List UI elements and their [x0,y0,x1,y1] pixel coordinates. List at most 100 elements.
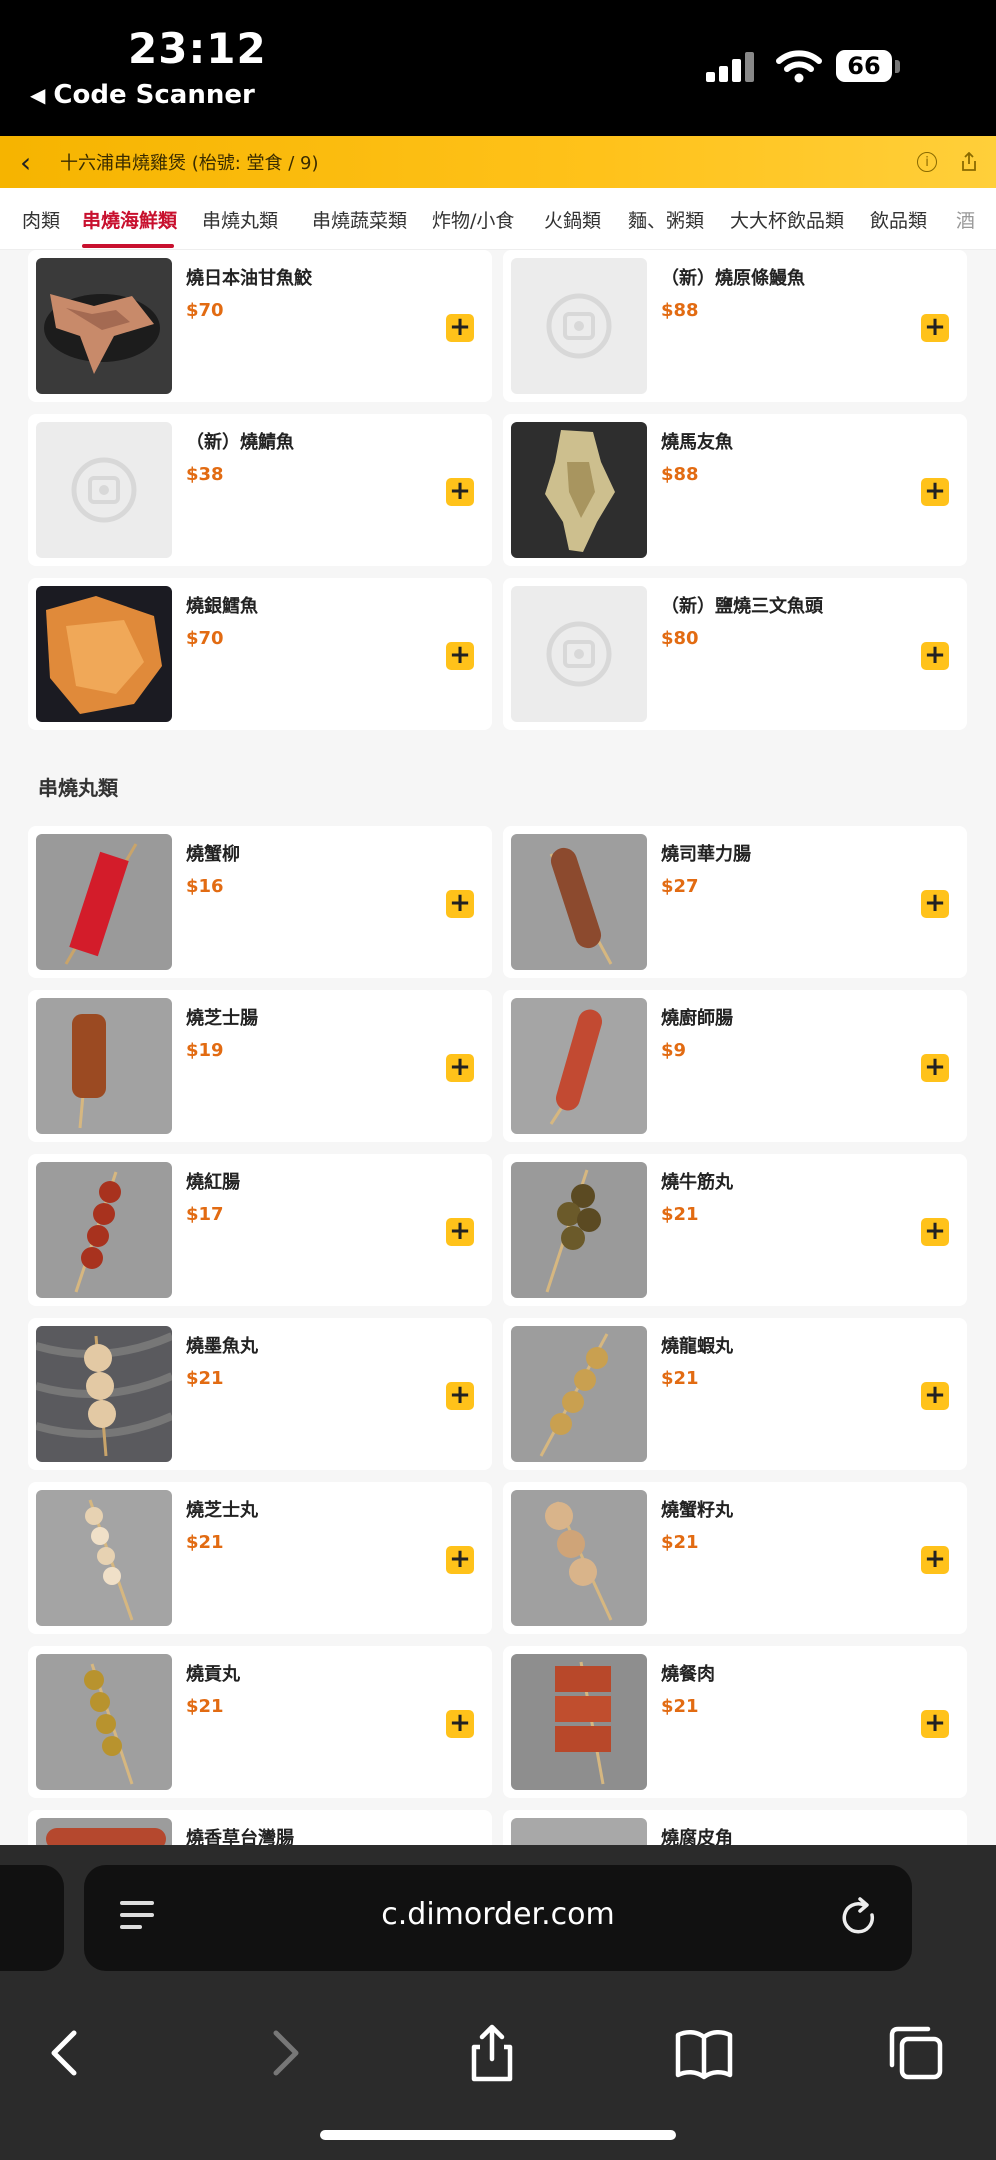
item-price: $38 [186,464,224,485]
url-text: c.dimorder.com [381,1897,615,1932]
menu-item-card[interactable]: 燒紅腸 $17 + [28,1154,492,1306]
item-name: （新）燒原條鰻魚 [661,268,805,289]
add-to-cart-button[interactable]: + [921,890,949,918]
menu-item-card[interactable]: 燒貢丸 $21 + [28,1646,492,1798]
menu-item-card[interactable]: 燒馬友魚 $88 + [503,414,967,566]
add-to-cart-button[interactable]: + [446,314,474,342]
item-name: 燒紅腸 [186,1172,240,1193]
menu-item-card[interactable]: 燒蟹柳 $16 + [28,826,492,978]
tab-hotpot[interactable]: 火鍋類 [544,206,601,233]
home-indicator [320,2130,676,2140]
item-name: 燒餐肉 [661,1664,715,1685]
item-name: 燒馬友魚 [661,432,733,453]
menu-item-card[interactable]: 燒日本油甘魚鮫 $70 + [28,250,492,402]
menu-item-card[interactable]: （新）燒原條鰻魚 $88 + [503,250,967,402]
bookmarks-icon[interactable] [674,2023,734,2083]
share-icon[interactable] [462,2023,522,2083]
back-chevron-icon[interactable]: ‹ [20,146,60,179]
menu-item-card[interactable]: （新）鹽燒三文魚頭 $80 + [503,578,967,730]
tab-seafood[interactable]: 串燒海鮮類 [82,206,177,233]
browser-nav-bar [0,1995,996,2095]
item-price: $21 [661,1696,699,1717]
item-name: 燒廚師腸 [661,1008,733,1029]
tab-alcohol[interactable]: 酒 [956,206,975,233]
menu-item-card[interactable]: 燒廚師腸 $9 + [503,990,967,1142]
add-to-cart-button[interactable]: + [921,1382,949,1410]
battery-tip [895,60,900,73]
item-price: $16 [186,876,224,897]
back-to-app-button[interactable]: ◀ Code Scanner [30,80,255,110]
add-to-cart-button[interactable]: + [446,642,474,670]
item-photo [36,1326,172,1462]
item-name: 燒蟹籽丸 [661,1500,733,1521]
item-price: $21 [661,1368,699,1389]
status-time: 23:12 [128,24,267,73]
tab-fried[interactable]: 炸物/小食 [432,206,514,233]
restaurant-header: ‹ 十六浦串燒雞煲 (枱號: 堂食 / 9) i [0,136,996,188]
item-name: 燒腐皮角 [661,1828,733,1845]
add-to-cart-button[interactable]: + [921,314,949,342]
item-price: $9 [661,1040,687,1061]
item-name: （新）燒鯖魚 [186,432,294,453]
address-bar[interactable]: c.dimorder.com [84,1865,912,1971]
add-to-cart-button[interactable]: + [921,1710,949,1738]
menu-item-card[interactable]: 燒銀鱈魚 $70 + [28,578,492,730]
menu-item-card[interactable]: 燒墨魚丸 $21 + [28,1318,492,1470]
menu-item-card[interactable]: 燒香草台灣腸 [28,1810,492,1845]
item-name: 燒芝士丸 [186,1500,258,1521]
menu-item-card[interactable]: 燒牛筋丸 $21 + [503,1154,967,1306]
menu-item-card[interactable]: 燒司華力腸 $27 + [503,826,967,978]
status-bar: 23:12 ◀ Code Scanner 66 [0,0,996,136]
reload-icon[interactable] [836,1895,882,1941]
share-icon[interactable] [954,147,984,177]
item-name: 燒香草台灣腸 [186,1828,294,1845]
info-icon[interactable]: i [912,147,942,177]
item-photo [511,1326,647,1462]
tab-big-drinks[interactable]: 大大杯飲品類 [730,206,844,233]
add-to-cart-button[interactable]: + [921,1218,949,1246]
add-to-cart-button[interactable]: + [446,890,474,918]
item-photo [36,1818,172,1845]
section-title-balls: 串燒丸類 [38,776,118,800]
battery-indicator: 66 [836,50,892,82]
add-to-cart-button[interactable]: + [446,1546,474,1574]
item-placeholder-image [511,258,647,394]
tab-drinks[interactable]: 飲品類 [870,206,927,233]
add-to-cart-button[interactable]: + [446,1382,474,1410]
item-photo [511,1162,647,1298]
tab-balls[interactable]: 串燒丸類 [202,206,278,233]
tab-meat[interactable]: 肉類 [22,206,60,233]
add-to-cart-button[interactable]: + [921,478,949,506]
item-price: $21 [186,1368,224,1389]
item-photo [511,998,647,1134]
item-photo [511,422,647,558]
item-price: $88 [661,300,699,321]
menu-item-card[interactable]: 燒芝士丸 $21 + [28,1482,492,1634]
menu-item-card[interactable]: 燒芝士腸 $19 + [28,990,492,1142]
item-name: （新）鹽燒三文魚頭 [661,596,823,617]
add-to-cart-button[interactable]: + [921,1054,949,1082]
add-to-cart-button[interactable]: + [446,478,474,506]
forward-icon[interactable] [254,2023,314,2083]
menu-item-card[interactable]: 燒餐肉 $21 + [503,1646,967,1798]
add-to-cart-button[interactable]: + [446,1054,474,1082]
add-to-cart-button[interactable]: + [446,1710,474,1738]
menu-item-card[interactable]: （新）燒鯖魚 $38 + [28,414,492,566]
item-price: $21 [186,1696,224,1717]
menu-item-card[interactable]: 燒蟹籽丸 $21 + [503,1482,967,1634]
menu-item-card[interactable]: 燒龍蝦丸 $21 + [503,1318,967,1470]
tabs-icon[interactable] [886,2023,946,2083]
add-to-cart-button[interactable]: + [921,642,949,670]
restaurant-title: 十六浦串燒雞煲 (枱號: 堂食 / 9) [60,153,319,174]
tab-vegetables[interactable]: 串燒蔬菜類 [312,206,407,233]
tab-noodles[interactable]: 麵、粥類 [628,206,704,233]
back-icon[interactable] [36,2023,96,2083]
active-tab-indicator [82,244,174,248]
add-to-cart-button[interactable]: + [446,1218,474,1246]
menu-item-card[interactable]: 燒腐皮角 [503,1810,967,1845]
item-price: $19 [186,1040,224,1061]
add-to-cart-button[interactable]: + [921,1546,949,1574]
back-app-label: Code Scanner [53,80,255,110]
item-price: $17 [186,1204,224,1225]
previous-tab-peek[interactable] [0,1865,64,1971]
